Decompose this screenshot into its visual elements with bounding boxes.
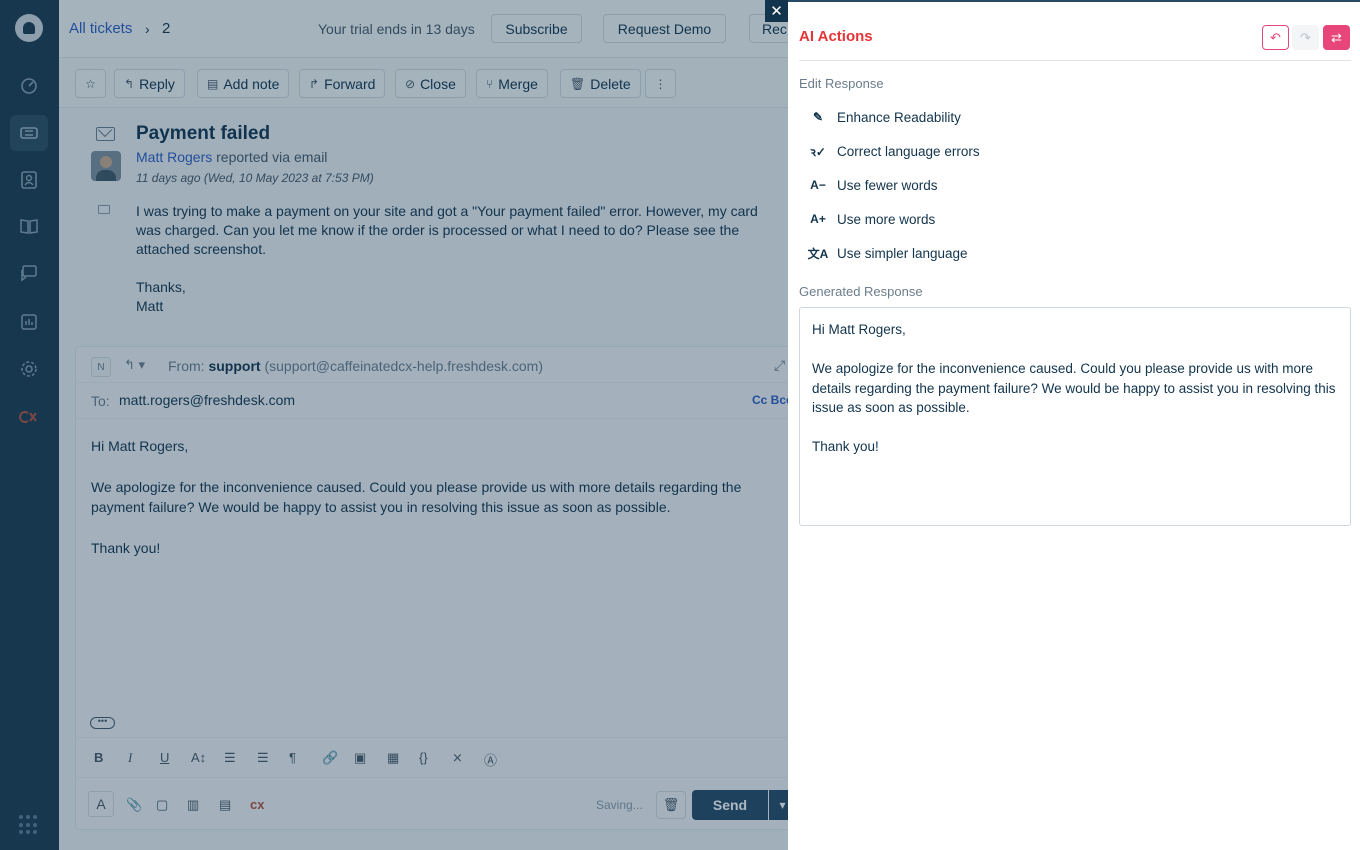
generated-paragraph: We apologize for the inconvenience cause… (812, 361, 1336, 415)
use-fewer-words-action[interactable]: A− Use fewer words (799, 171, 1351, 199)
generated-closing: Thank you! (812, 439, 879, 454)
use-more-words-action[interactable]: A+ Use more words (799, 205, 1351, 233)
pencil-icon: ✎ (812, 110, 824, 124)
generated-greeting: Hi Matt Rogers, (812, 322, 906, 337)
edit-response-heading: Edit Response (799, 76, 884, 91)
enhance-readability-action[interactable]: ✎ Enhance Readability (799, 103, 1351, 131)
spellcheck-icon: ꝛ✓ (810, 144, 826, 159)
redo-icon[interactable]: ↷ (1292, 25, 1319, 50)
text-decrease-icon: A− (810, 178, 826, 192)
generated-response-heading: Generated Response (799, 284, 923, 299)
modal-backdrop[interactable] (0, 0, 788, 850)
close-panel-icon[interactable]: ✕ (765, 0, 788, 22)
panel-title: AI Actions (799, 28, 873, 45)
translate-icon: 文A (807, 246, 829, 261)
ai-actions-panel: AI Actions ↶ ↷ ⇄ Edit Response ✎ Enhance… (788, 0, 1360, 850)
regenerate-icon[interactable]: ⇄ (1323, 25, 1350, 50)
use-simpler-language-action[interactable]: 文A Use simpler language (799, 239, 1351, 267)
generated-response-textarea[interactable]: Hi Matt Rogers, We apologize for the inc… (799, 307, 1351, 526)
text-increase-icon: A+ (810, 212, 826, 226)
panel-divider (799, 60, 1351, 61)
correct-language-errors-action[interactable]: ꝛ✓ Correct language errors (799, 137, 1351, 165)
undo-icon[interactable]: ↶ (1262, 25, 1289, 50)
